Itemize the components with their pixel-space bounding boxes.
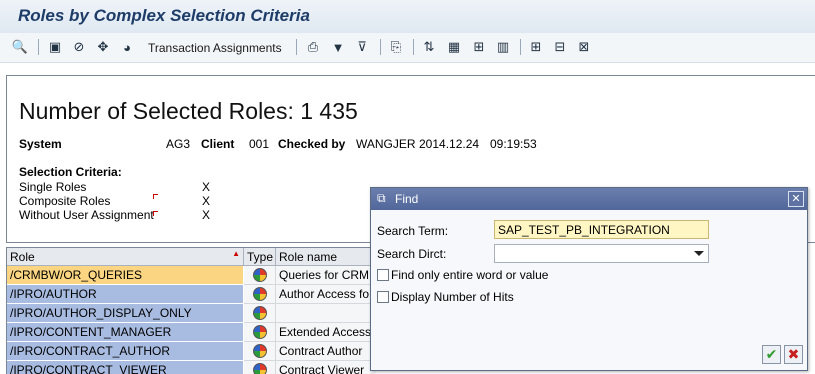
role-cell[interactable]: /IPRO/CONTRACT_AUTHOR <box>7 342 244 361</box>
filter-icon[interactable]: ▼ <box>329 38 347 56</box>
table-row[interactable]: /IPRO/CONTRACT_AUTHOR Contract Author <box>7 342 376 361</box>
column-header-role-name[interactable]: Role name <box>276 248 376 266</box>
graphic-icon[interactable]: ▥ <box>494 38 512 56</box>
search-direction-label: Search Dirct: <box>377 247 447 261</box>
toolbar-separator <box>38 39 39 55</box>
save-layout-icon[interactable]: ⊠ <box>575 38 593 56</box>
table-row[interactable]: /CRMBW/OR_QUERIES Queries for CRM <box>7 266 376 285</box>
role-type-icon <box>252 363 267 374</box>
selection-marker <box>153 211 158 216</box>
display-hits-label[interactable]: Display Number of Hits <box>391 290 514 304</box>
find-dialog: ⧉ Find ✕ Search Term: Search Dirct: Find… <box>370 187 808 371</box>
entire-word-checkbox[interactable] <box>377 269 389 281</box>
column-header-type[interactable]: Type <box>244 248 276 266</box>
type-cell <box>244 304 276 323</box>
layout-icon[interactable]: ⊞ <box>527 38 545 56</box>
search-icon[interactable]: 🔍 <box>11 38 29 56</box>
checked-by-value: WANGJER <box>356 137 416 151</box>
system-value: AG3 <box>166 137 191 151</box>
dialog-window-icon: ⧉ <box>377 191 386 205</box>
toolbar-separator <box>413 39 414 55</box>
role-icon[interactable]: ◕ <box>118 38 136 56</box>
move-icon[interactable]: ✥ <box>94 38 112 56</box>
criteria-single-roles-label: Single Roles <box>19 180 87 194</box>
delete-icon[interactable]: ⊘ <box>70 38 88 56</box>
search-term-label: Search Term: <box>377 224 449 238</box>
spacer <box>0 63 815 75</box>
cancel-button[interactable]: ✖ <box>784 345 803 364</box>
type-cell <box>244 323 276 342</box>
print-icon[interactable]: ⎙ <box>304 38 322 56</box>
criteria-without-user-value: X <box>202 208 211 222</box>
check-date: 2014.12.24 <box>419 137 480 151</box>
close-button[interactable]: ✕ <box>788 191 804 207</box>
selection-criteria-title: Selection Criteria: <box>19 165 122 179</box>
subtotal-icon[interactable]: ⊞ <box>470 38 488 56</box>
role-type-icon <box>252 344 267 358</box>
find-dialog-titlebar[interactable]: ⧉ Find ✕ <box>371 188 807 210</box>
role-cell[interactable]: /CRMBW/OR_QUERIES <box>7 266 244 285</box>
role-cell[interactable]: /IPRO/CONTENT_MANAGER <box>7 323 244 342</box>
role-name-cell[interactable]: Queries for CRM <box>276 266 376 285</box>
roles-table: Role ▲ Type Role name /CRMBW/OR_QUERIES … <box>6 247 376 374</box>
table-row[interactable]: /IPRO/CONTRACT_VIEWER Contract Viewer <box>7 361 376 374</box>
chevron-down-icon[interactable] <box>694 251 704 256</box>
application-toolbar: 🔍 ▣ ⊘ ✥ ◕ Transaction Assignments ⎙ ▼ ⊽ … <box>0 33 815 63</box>
page-title: Number of Selected Roles: 1 435 <box>19 98 358 124</box>
title-bar: Roles by Complex Selection Criteria <box>0 0 815 33</box>
client-label: Client <box>201 137 235 151</box>
entire-word-label[interactable]: Find only entire word or value <box>391 268 548 282</box>
role-type-icon <box>252 268 267 282</box>
selection-marker <box>153 194 158 199</box>
role-name-cell[interactable]: Author Access fo <box>276 285 376 304</box>
system-label: System <box>19 137 62 151</box>
criteria-composite-roles-label: Composite Roles <box>19 194 111 208</box>
toolbar-separator <box>520 39 521 55</box>
role-name-cell[interactable] <box>276 304 376 323</box>
role-name-cell[interactable]: Contract Author <box>276 342 376 361</box>
type-cell <box>244 266 276 285</box>
details-icon[interactable]: ▣ <box>46 38 64 56</box>
check-time: 09:19:53 <box>490 137 537 151</box>
criteria-composite-roles-value: X <box>202 194 211 208</box>
checked-by-label: Checked by <box>278 137 346 151</box>
ok-button[interactable]: ✔ <box>762 345 781 364</box>
column-header-role[interactable]: Role ▲ <box>7 248 244 266</box>
window-title: Roles by Complex Selection Criteria <box>18 6 310 25</box>
display-hits-checkbox[interactable] <box>377 291 389 303</box>
role-type-icon <box>252 325 267 339</box>
criteria-single-roles-value: X <box>202 180 211 194</box>
criteria-without-user-label: Without User Assignment <box>19 208 154 222</box>
sort-icon[interactable]: ⇅ <box>420 38 438 56</box>
column-header-role-label: Role <box>10 250 35 264</box>
toolbar-separator <box>296 39 297 55</box>
type-cell <box>244 361 276 374</box>
role-type-icon <box>252 287 267 301</box>
export-icon[interactable]: ⎘ <box>387 38 405 56</box>
type-cell <box>244 285 276 304</box>
role-cell[interactable]: /IPRO/CONTRACT_VIEWER <box>7 361 244 374</box>
client-value: 001 <box>249 137 270 151</box>
role-cell[interactable]: /IPRO/AUTHOR_DISPLAY_ONLY <box>7 304 244 323</box>
search-direction-select[interactable] <box>494 244 709 263</box>
toolbar-separator <box>380 39 381 55</box>
find-dialog-title: Find <box>395 192 419 206</box>
role-cell[interactable]: /IPRO/AUTHOR <box>7 285 244 304</box>
sort-ascending-icon: ▲ <box>232 249 240 258</box>
table-row[interactable]: /IPRO/AUTHOR Author Access fo <box>7 285 376 304</box>
search-term-input[interactable] <box>494 220 709 239</box>
transaction-assignments-button[interactable]: Transaction Assignments <box>148 41 282 55</box>
change-layout-icon[interactable]: ⊟ <box>551 38 569 56</box>
role-name-cell[interactable]: Extended Access <box>276 323 376 342</box>
table-row[interactable]: /IPRO/AUTHOR_DISPLAY_ONLY <box>7 304 376 323</box>
role-type-icon <box>252 306 267 320</box>
table-row[interactable]: /IPRO/CONTENT_MANAGER Extended Access <box>7 323 376 342</box>
type-cell <box>244 342 276 361</box>
set-filter-icon[interactable]: ⊽ <box>353 38 371 56</box>
calculator-icon[interactable]: ▦ <box>445 38 463 56</box>
role-name-cell[interactable]: Contract Viewer <box>276 361 376 374</box>
